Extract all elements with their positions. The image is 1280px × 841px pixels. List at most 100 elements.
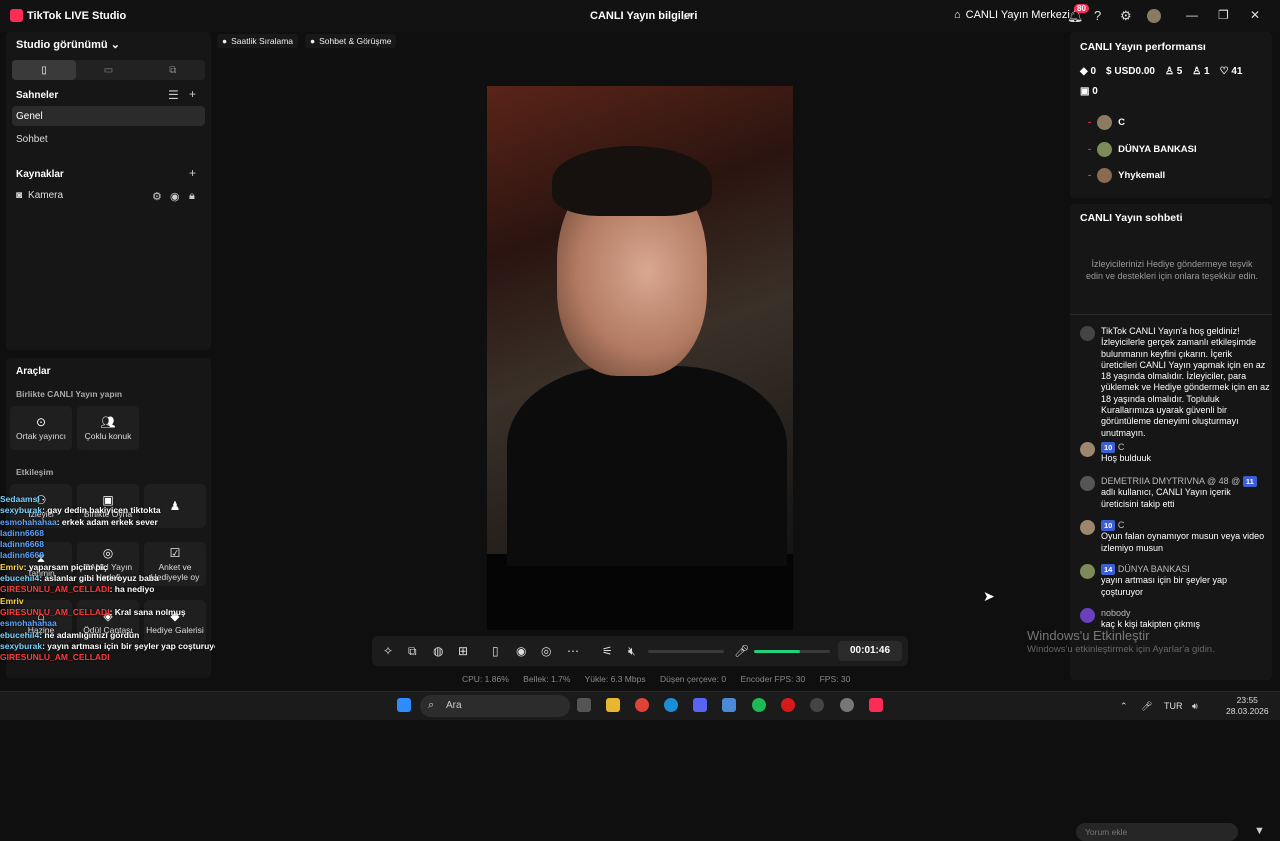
gear-icon[interactable]: ⚙ — [1120, 8, 1132, 24]
scenes-header: Sahneler — [16, 90, 59, 101]
more-icon[interactable]: ⋯ — [567, 644, 579, 658]
overlay-chat-user: ebucehil4 — [0, 573, 40, 584]
record-icon[interactable]: ◉ — [516, 644, 526, 658]
gift-icon: ▣ — [1080, 86, 1090, 97]
live-timer: 00:01:46 — [838, 641, 902, 661]
filter-icon[interactable]: ◍ — [433, 644, 443, 658]
overlay-chat-line: esmohahahaa — [0, 618, 215, 629]
overlay-chat-line: ebucehil4: aslanlar gibi heteroyuz baba — [0, 573, 215, 584]
performance-title: CANLI Yayın performansı — [1080, 41, 1206, 53]
file-explorer-icon[interactable] — [606, 698, 620, 712]
layout-icon[interactable]: ⧉ — [408, 644, 417, 659]
orientation-switch[interactable]: ▯ ▭ ⧉ — [12, 60, 205, 80]
effects-icon[interactable]: ✧ — [383, 644, 393, 658]
dual-icon[interactable]: ⧉ — [141, 60, 205, 80]
filter-funnel-icon[interactable]: ▼ — [1254, 825, 1265, 837]
overlay-chat-line: Emriv — [0, 596, 215, 607]
tool-co-host[interactable]: ⊙ Ortak yayıncı — [10, 406, 72, 450]
scene-item-sohbet[interactable]: Sohbet — [12, 129, 205, 149]
settings-icon[interactable]: ⚙ — [152, 190, 162, 203]
overlay-chat-text: : yaparsam piçim piç — [23, 561, 108, 572]
overlay-chat-text: : aslanlar gibi heteroyuz baba — [39, 573, 159, 584]
windows-start-icon[interactable] — [397, 698, 411, 712]
tools-header: Araçlar — [16, 366, 51, 377]
overlay-chat-user: Emriv — [0, 595, 24, 606]
help-icon[interactable]: ? — [1094, 8, 1101, 23]
discord-icon[interactable] — [693, 698, 707, 712]
interaction-header: Etkileşim — [16, 467, 54, 477]
overlay-chat-line: Sedaamsl — [0, 494, 215, 505]
eye-icon[interactable]: ◉ — [170, 190, 180, 203]
chat-hint: İzleyicilerinizi Hediye göndermeye teşvi… — [1085, 259, 1259, 281]
studio-view-dropdown[interactable]: Studio görünümü ⌄ — [16, 38, 120, 51]
list-icon[interactable]: ☰ — [168, 88, 179, 102]
hourly-ranking-tab[interactable]: ● Saatlik Sıralama — [217, 34, 299, 48]
source-camera[interactable]: ◙ Kamera — [16, 190, 63, 201]
chat-call-tab[interactable]: ● Sohbet & Görüşme — [305, 34, 397, 48]
portrait-icon[interactable]: ▯ — [12, 60, 77, 80]
task-view-icon[interactable] — [577, 698, 591, 712]
chat-message: 10 C Hoş bulduuk — [1080, 442, 1270, 465]
activation-watermark: Windows'u Etkinleştir — [1027, 628, 1150, 643]
overlay-chat-line: ladinn6668 — [0, 528, 215, 539]
app-title: TikTok LIVE Studio — [27, 10, 127, 22]
speaker-muted-icon[interactable]: 🔇︎ — [628, 644, 636, 659]
overlay-chat-text: : ha nediyo — [109, 584, 155, 595]
overlay-chat-text: : erkek adam erkek sever — [56, 516, 158, 527]
stats-bar: CPU: 1.86% Bellek: 1.7% Yükle: 6.3 Mbps … — [462, 674, 862, 684]
language-indicator[interactable]: TUR — [1164, 701, 1183, 711]
welcome-message: TikTok CANLI Yayın'a hoş geldiniz! İzley… — [1080, 326, 1270, 439]
maximize-icon[interactable]: ❐ — [1218, 8, 1229, 22]
add-source-icon[interactable]: + — [189, 166, 196, 180]
add-scene-icon[interactable]: + — [189, 87, 196, 101]
speaker-volume-slider[interactable] — [648, 650, 724, 653]
scene-item-genel[interactable]: Genel — [12, 106, 205, 126]
clock[interactable]: 23:55 28.03.2026 — [1226, 695, 1269, 717]
performance-panel: CANLI Yayın performansı ◆ 0 $ USD0.00 ♙ … — [1070, 32, 1272, 198]
live-center-button[interactable]: ⌂ CANLI Yayın Merkezi — [954, 9, 1070, 21]
close-icon[interactable]: ✕ — [1250, 8, 1260, 22]
tiktok-studio-icon[interactable] — [869, 698, 883, 712]
overlay-chat-line: sexyburak: gay dedin bakiyicen tiktokta — [0, 505, 215, 516]
lock-icon[interactable]: 🔒︎ — [189, 190, 195, 203]
edge-icon[interactable] — [664, 698, 678, 712]
minimize-icon[interactable]: — — [1186, 8, 1198, 22]
overlay-chat-user: Sedaamsl — [0, 494, 40, 504]
comment-input[interactable]: Yorum ekle — [1076, 823, 1238, 841]
app-icon[interactable] — [810, 698, 824, 712]
add-media-icon[interactable]: ⊞ — [458, 644, 468, 658]
speaker-icon[interactable]: 🔊︎ — [1192, 701, 1198, 712]
followers-stat: ♙ 1 — [1192, 66, 1210, 77]
obs-icon[interactable] — [840, 698, 854, 712]
opera-icon[interactable] — [781, 698, 795, 712]
taskbar-search[interactable]: ⌕ Ara — [420, 695, 570, 717]
memory-stat: Bellek: 1.7% — [523, 674, 571, 684]
chrome-icon[interactable] — [635, 698, 649, 712]
overlay-chat-text: : gay dedin bakiyicen tiktokta — [42, 505, 161, 516]
mic-volume-slider[interactable] — [754, 650, 830, 653]
tool-multi-guest[interactable]: 👥︎ Çoklu konuk — [77, 406, 139, 450]
diamond-stat: ◆ 0 — [1080, 66, 1097, 77]
ranking-item[interactable]: - Yhykemall — [1088, 168, 1165, 183]
chevron-up-icon[interactable]: ⌃ — [1120, 701, 1128, 712]
ranking-item[interactable]: -C — [1088, 115, 1125, 130]
microphone-tray-icon[interactable]: 🎤︎ — [1141, 701, 1152, 712]
overlay-chat-line: GIRESUNLU_AM_CELLADI — [0, 652, 215, 663]
mouse-cursor-icon: ➤ — [983, 588, 995, 604]
replay-icon[interactable]: ◎ — [541, 644, 551, 658]
overlay-chat-user: GIRESUNLU_AM_CELLADI — [0, 584, 110, 595]
dropped-stat: Düşen çerçeve: 0 — [659, 674, 727, 684]
landscape-icon[interactable]: ▭ — [76, 60, 140, 80]
profile-avatar[interactable] — [1147, 9, 1161, 23]
ranking-item[interactable]: - DÜNYA BANKASI — [1088, 142, 1197, 157]
microphone-icon[interactable]: 🎤︎ — [734, 644, 749, 658]
trophy-icon: ● — [222, 36, 228, 46]
chat-message: DEMETRIIA DMYTRIVNA @ 48 @ 11 adlı kulla… — [1080, 476, 1270, 510]
tiktok-icon — [1080, 326, 1095, 341]
app-icon[interactable] — [722, 698, 736, 712]
share-icon[interactable]: ↗ — [682, 9, 692, 23]
mixer-icon[interactable]: ⚟ — [602, 644, 613, 658]
phone-icon[interactable]: ▯ — [492, 644, 499, 658]
spotify-icon[interactable] — [752, 698, 766, 712]
people-icon: ♙ — [1164, 66, 1174, 77]
